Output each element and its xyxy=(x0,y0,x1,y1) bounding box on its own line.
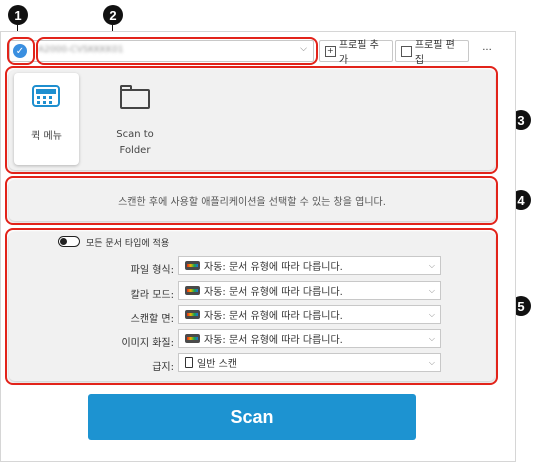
chevron-down-icon: ⌵ xyxy=(428,286,435,295)
quick-menu-icon xyxy=(32,85,60,107)
paper-feed-select[interactable]: 일반 스캔 ⌵ xyxy=(178,353,441,372)
auto-icon xyxy=(185,286,200,295)
auto-icon xyxy=(185,310,200,319)
app-description: 스캔한 후에 사용할 애플리케이션을 선택할 수 있는 창을 엽니다. xyxy=(118,197,386,208)
app-quick-menu[interactable]: 퀵 메뉴 xyxy=(14,73,79,165)
add-icon: + xyxy=(325,45,336,57)
callout-2-frame xyxy=(36,37,318,65)
color-mode-value: 자동: 문서 유형에 따라 다릅니다. xyxy=(204,287,343,298)
edit-profile-label: 프로필 편집 xyxy=(414,40,455,66)
image-quality-select[interactable]: 자동: 문서 유형에 따라 다릅니다. ⌵ xyxy=(178,329,441,348)
paper-feed-label: 급지: xyxy=(152,362,174,373)
paper-feed-value: 일반 스캔 xyxy=(197,359,237,370)
callout-2: 2 xyxy=(103,5,123,25)
callout-1: 1 xyxy=(8,5,28,25)
auto-icon xyxy=(185,334,200,343)
app-label: 퀵 메뉴 xyxy=(31,131,62,142)
file-format-value: 자동: 문서 유형에 따라 다릅니다. xyxy=(204,262,343,273)
scan-side-label: 스캔할 면: xyxy=(130,314,174,325)
chevron-down-icon: ⌵ xyxy=(428,261,435,270)
folder-icon xyxy=(120,89,150,109)
add-profile-label: 프로필 추가 xyxy=(338,40,379,66)
image-quality-label: 이미지 화질: xyxy=(121,338,174,349)
more-options-button[interactable]: ··· xyxy=(476,42,498,60)
auto-icon xyxy=(185,261,200,270)
scan-side-select[interactable]: 자동: 문서 유형에 따라 다릅니다. ⌵ xyxy=(178,305,441,324)
chevron-down-icon: ⌵ xyxy=(428,334,435,343)
color-mode-label: 칼라 모드: xyxy=(130,290,174,301)
chevron-down-icon: ⌵ xyxy=(428,358,435,367)
callout-1-frame xyxy=(7,37,35,65)
color-mode-select[interactable]: 자동: 문서 유형에 따라 다릅니다. ⌵ xyxy=(178,281,441,300)
apply-all-label: 모든 문서 타입에 적용 xyxy=(86,239,170,249)
apply-all-toggle[interactable] xyxy=(58,236,80,247)
add-profile-button[interactable]: + 프로필 추가 xyxy=(319,40,393,66)
scan-button[interactable]: Scan xyxy=(88,394,416,440)
file-format-label: 파일 형식: xyxy=(130,265,174,276)
app-label: Scan to Folder xyxy=(116,129,154,156)
chevron-down-icon: ⌵ xyxy=(428,310,435,319)
edit-icon xyxy=(401,45,412,57)
app-scan-to-folder[interactable]: Scan to Folder xyxy=(100,75,170,165)
paper-feed-icon xyxy=(185,357,193,368)
image-quality-value: 자동: 문서 유형에 따라 다릅니다. xyxy=(204,335,343,346)
scan-side-value: 자동: 문서 유형에 따라 다릅니다. xyxy=(204,311,343,322)
file-format-select[interactable]: 자동: 문서 유형에 따라 다릅니다. ⌵ xyxy=(178,256,441,275)
edit-profile-button[interactable]: 프로필 편집 xyxy=(395,40,469,66)
